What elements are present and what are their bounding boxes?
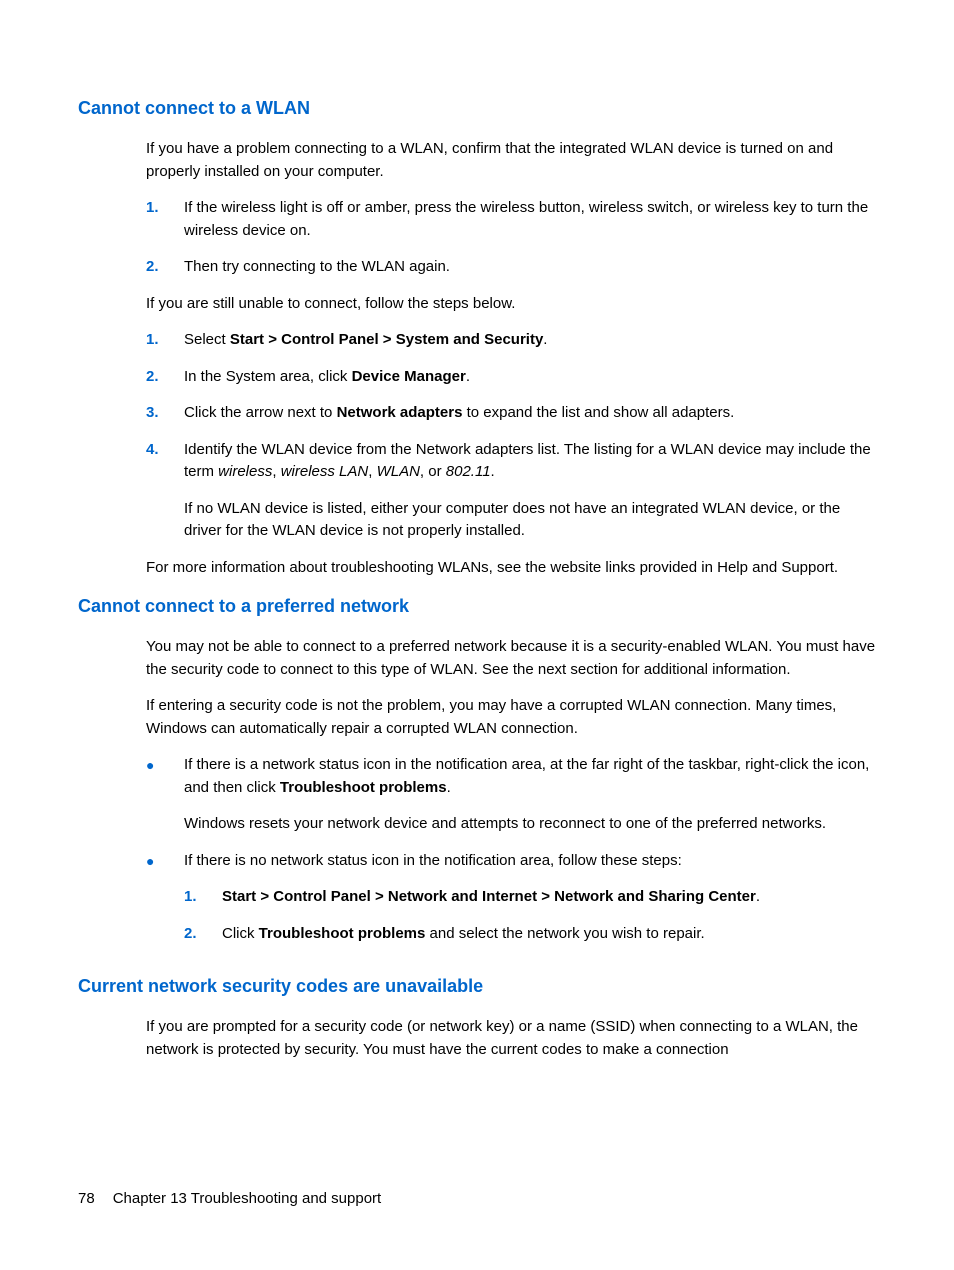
numbered-list: 1. Select Start > Control Panel > System… [146, 329, 876, 543]
page-footer: 78 Chapter 13 Troubleshooting and support [78, 1188, 381, 1211]
list-item: 1. Select Start > Control Panel > System… [146, 329, 876, 352]
list-item-text: Identify the WLAN device from the Networ… [184, 439, 876, 543]
list-number: 1. [184, 886, 222, 909]
section-content: If you have a problem connecting to a WL… [78, 138, 876, 579]
list-number: 1. [146, 197, 184, 242]
bullet-icon: ● [146, 754, 184, 836]
section-content: You may not be able to connect to a pref… [78, 636, 876, 959]
list-item: 2. Then try connecting to the WLAN again… [146, 256, 876, 279]
paragraph: You may not be able to connect to a pref… [146, 636, 876, 681]
section-heading-preferred: Cannot connect to a preferred network [78, 593, 876, 620]
list-item: 2. Click Troubleshoot problems and selec… [184, 923, 876, 946]
list-item: 2. In the System area, click Device Mana… [146, 366, 876, 389]
list-item-text: Start > Control Panel > Network and Inte… [222, 886, 876, 909]
list-item-text: Click Troubleshoot problems and select t… [222, 923, 876, 946]
list-item: 1. If the wireless light is off or amber… [146, 197, 876, 242]
list-item-text: Then try connecting to the WLAN again. [184, 256, 876, 279]
list-item-text: Click the arrow next to Network adapters… [184, 402, 876, 425]
list-item: ● If there is a network status icon in t… [146, 754, 876, 836]
paragraph: For more information about troubleshooti… [146, 557, 876, 580]
section-heading-wlan: Cannot connect to a WLAN [78, 95, 876, 122]
list-item: 1. Start > Control Panel > Network and I… [184, 886, 876, 909]
list-item-text: If the wireless light is off or amber, p… [184, 197, 876, 242]
list-number: 2. [146, 256, 184, 279]
chapter-label: Chapter 13 Troubleshooting and support [113, 1190, 382, 1207]
section-content: If you are prompted for a security code … [78, 1016, 876, 1061]
list-number: 1. [146, 329, 184, 352]
nested-numbered-list: 1. Start > Control Panel > Network and I… [184, 886, 876, 945]
list-item: ● If there is no network status icon in … [146, 850, 876, 960]
paragraph: If entering a security code is not the p… [146, 695, 876, 740]
numbered-list: 1. If the wireless light is off or amber… [146, 197, 876, 279]
list-item-text: Select Start > Control Panel > System an… [184, 329, 876, 352]
bullet-list: ● If there is a network status icon in t… [146, 754, 876, 959]
bullet-icon: ● [146, 850, 184, 960]
list-item-text: If there is no network status icon in th… [184, 850, 876, 960]
list-number: 4. [146, 439, 184, 543]
page-number: 78 [78, 1190, 95, 1207]
list-item: 4. Identify the WLAN device from the Net… [146, 439, 876, 543]
list-number: 2. [146, 366, 184, 389]
list-item: 3. Click the arrow next to Network adapt… [146, 402, 876, 425]
paragraph: If you have a problem connecting to a WL… [146, 138, 876, 183]
list-item-text: If there is a network status icon in the… [184, 754, 876, 836]
paragraph: If you are still unable to connect, foll… [146, 293, 876, 316]
list-number: 3. [146, 402, 184, 425]
paragraph: If you are prompted for a security code … [146, 1016, 876, 1061]
list-number: 2. [184, 923, 222, 946]
section-heading-security-codes: Current network security codes are unava… [78, 973, 876, 1000]
list-item-text: In the System area, click Device Manager… [184, 366, 876, 389]
